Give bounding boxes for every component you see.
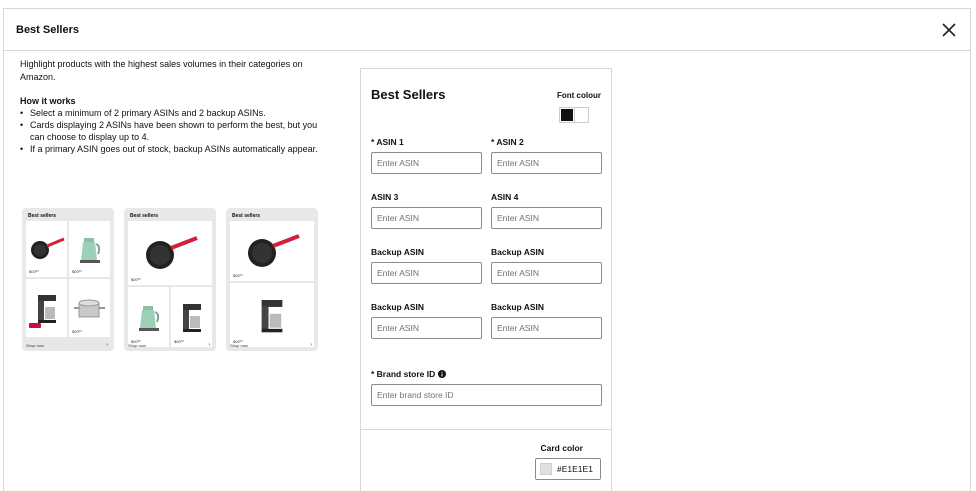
asin-2-label: * ASIN 2 [491, 137, 524, 147]
modal-header: Best Sellers [4, 9, 970, 51]
how-it-works-list: Select a minimum of 2 primary ASINs and … [20, 107, 320, 155]
frying-pan-icon [30, 237, 65, 259]
preview-card-2-items: Best sellers $00⁰⁰ $00⁰⁰ Shop now › [226, 208, 318, 351]
asin-4-input[interactable] [491, 207, 602, 229]
font-colour-label: Font colour [557, 91, 601, 100]
coffee-maker-icon [37, 295, 56, 323]
preview-card-title: Best sellers [130, 213, 159, 219]
info-icon[interactable] [438, 370, 447, 378]
best-sellers-form: Best Sellers Font colour * ASIN 1 * ASIN… [360, 68, 612, 491]
how-item: Cards displaying 2 ASINs have been shown… [20, 119, 320, 143]
font-colour-white-swatch[interactable] [574, 108, 588, 122]
backup-asin-4-label: Backup ASIN [491, 302, 545, 312]
card-color-swatch [540, 463, 552, 475]
frying-pan-icon [248, 234, 300, 267]
backup-asin-1-input[interactable] [371, 262, 482, 284]
asin-2-input[interactable] [491, 152, 602, 174]
preview-product: $00⁰⁰ [128, 287, 169, 347]
backup-asin-3-label: Backup ASIN [371, 302, 425, 312]
brand-store-id-label: * Brand store ID [371, 369, 436, 379]
preview-product: $00⁰⁰ [230, 221, 314, 281]
asin-1-label: * ASIN 1 [371, 137, 404, 147]
preview-card-title: Best sellers [28, 213, 57, 219]
how-item: Select a minimum of 2 primary ASINs and … [20, 107, 320, 119]
brand-store-id-input[interactable] [371, 384, 602, 406]
backup-asin-2-label: Backup ASIN [491, 247, 545, 257]
card-color-picker[interactable]: #E1E1E1 [535, 458, 601, 480]
how-item: If a primary ASIN goes out of stock, bac… [20, 143, 320, 155]
divider [361, 429, 611, 430]
asin-3-label: ASIN 3 [371, 192, 399, 202]
preview-price: $00⁰⁰ [131, 277, 141, 282]
asin-1-input[interactable] [371, 152, 482, 174]
backup-asin-4-input[interactable] [491, 317, 602, 339]
backup-asin-1-label: Backup ASIN [371, 247, 425, 257]
modal-title: Best Sellers [16, 23, 79, 36]
preview-product: $00⁰⁰ [69, 221, 110, 277]
preview-card-4-items: Best sellers $00⁰⁰ $00⁰⁰ $00⁰⁰ Shop now … [22, 208, 114, 351]
preview-price: $00⁰⁰ [72, 269, 82, 274]
chevron-right-icon: › [310, 342, 312, 348]
deal-badge [29, 323, 41, 328]
intro-text: Highlight products with the highest sale… [20, 59, 303, 82]
brand-store-id-label-wrap: * Brand store ID [371, 369, 447, 379]
chevron-right-icon: › [208, 342, 210, 348]
font-colour-black-swatch[interactable] [560, 108, 574, 122]
kettle-icon [138, 306, 159, 331]
backup-asin-2-input[interactable] [491, 262, 602, 284]
close-icon [942, 23, 956, 37]
coffee-maker-icon [261, 300, 283, 333]
coffee-maker-icon [182, 304, 201, 332]
shop-now-link: Shop now [128, 343, 146, 348]
card-color-value: #E1E1E1 [557, 464, 593, 474]
form-title: Best Sellers [371, 87, 446, 102]
cookware-set-icon [73, 299, 105, 318]
preview-price: $00⁰⁰ [174, 339, 184, 344]
close-button[interactable] [938, 19, 960, 41]
preview-product: $00⁰⁰ [26, 221, 67, 277]
shop-now-link: Shop now [230, 343, 248, 348]
font-colour-picker [559, 107, 589, 123]
preview-cards: Best sellers $00⁰⁰ $00⁰⁰ $00⁰⁰ Shop now … [22, 208, 318, 351]
description-panel: Highlight products with the highest sale… [20, 58, 320, 155]
preview-price: $00⁰⁰ [233, 273, 243, 278]
shop-now-link: Shop now [26, 343, 44, 348]
frying-pan-icon [146, 236, 198, 269]
card-color-label: Card color [540, 443, 583, 453]
preview-product [26, 279, 67, 337]
asin-4-label: ASIN 4 [491, 192, 519, 202]
preview-card-title: Best sellers [232, 213, 261, 219]
preview-product: $00⁰⁰ [69, 279, 110, 337]
backup-asin-3-input[interactable] [371, 317, 482, 339]
how-it-works-title: How it works [20, 96, 76, 106]
preview-price: $00⁰⁰ [29, 269, 39, 274]
preview-card-3-items: Best sellers $00⁰⁰ $00⁰⁰ $00⁰⁰ Shop now … [124, 208, 216, 351]
preview-product: $00⁰⁰ [128, 221, 212, 285]
kettle-icon [79, 238, 100, 263]
chevron-right-icon: › [106, 342, 108, 348]
preview-price: $00⁰⁰ [72, 329, 82, 334]
preview-product: $00⁰⁰ [171, 287, 212, 347]
preview-product: $00⁰⁰ [230, 283, 314, 347]
asin-3-input[interactable] [371, 207, 482, 229]
